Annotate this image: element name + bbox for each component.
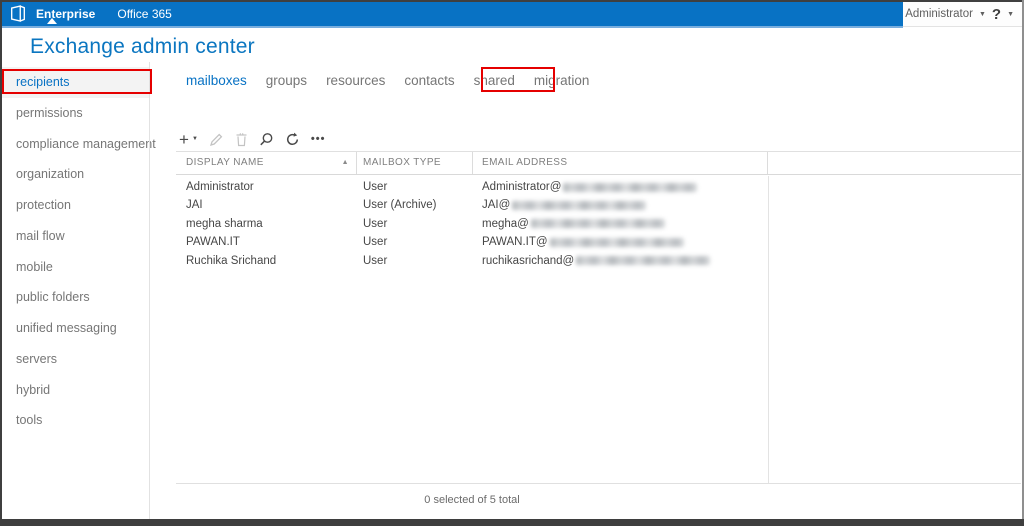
- page-title: Exchange admin center: [30, 35, 255, 58]
- cell-display-name: megha sharma: [186, 217, 263, 230]
- search-icon: [260, 132, 273, 145]
- table-row[interactable]: Ruchika Srichand User ruchikasrichand@: [176, 252, 768, 270]
- chevron-down-icon: ▼: [191, 136, 198, 142]
- tab-shared[interactable]: shared: [474, 73, 515, 88]
- table-row[interactable]: JAI User (Archive) JAI@: [176, 196, 768, 214]
- delete-button[interactable]: [235, 132, 248, 147]
- redacted-email-domain: [512, 201, 647, 211]
- search-button[interactable]: [259, 132, 274, 147]
- redacted-email-domain: [563, 182, 698, 192]
- cell-mailbox-type: User: [363, 181, 388, 193]
- list-footer-divider: [176, 483, 1021, 484]
- sidebar-item-permissions[interactable]: permissions: [2, 98, 149, 129]
- cell-email-address: ruchikasrichand@: [473, 252, 768, 270]
- sidebar-item-unified-messaging[interactable]: unified messaging: [2, 313, 149, 344]
- window-border-bottom: [0, 519, 1024, 526]
- redacted-email-domain: [576, 256, 711, 266]
- sidebar-item-hybrid[interactable]: hybrid: [2, 375, 149, 406]
- email-prefix: Administrator@: [482, 181, 562, 193]
- cell-mailbox-type: User: [363, 236, 388, 249]
- topbar-underline: [2, 26, 903, 28]
- sidebar-item-recipients[interactable]: recipients: [2, 67, 149, 98]
- sidebar-item-protection[interactable]: protection: [2, 190, 149, 221]
- column-header-display-name[interactable]: DISPLAY NAME ▲: [176, 152, 357, 174]
- cell-mailbox-type: User (Archive): [363, 199, 437, 212]
- account-menu[interactable]: Administrator: [905, 8, 973, 20]
- email-prefix: megha@: [482, 217, 529, 230]
- mailbox-list: Administrator User Administrator@ JAI Us…: [176, 178, 768, 270]
- pencil-icon: [209, 133, 223, 146]
- table-row[interactable]: Administrator User Administrator@: [176, 178, 768, 196]
- tab-groups[interactable]: groups: [266, 73, 307, 88]
- column-header-email-address[interactable]: EMAIL ADDRESS: [473, 152, 768, 174]
- trash-icon: [236, 132, 247, 146]
- chevron-down-icon[interactable]: ▼: [979, 11, 986, 18]
- help-button[interactable]: ?: [992, 6, 1001, 23]
- table-row[interactable]: PAWAN.IT User PAWAN.IT@: [176, 233, 768, 251]
- selection-status: 0 selected of 5 total: [424, 494, 520, 506]
- column-header-empty: [768, 152, 1021, 174]
- refresh-icon: [286, 132, 298, 145]
- sidebar-item-compliance-management[interactable]: compliance management: [2, 129, 156, 160]
- cell-mailbox-type: User: [363, 217, 388, 230]
- topbar-right: Administrator ▼ ? ▼: [903, 2, 1022, 27]
- tab-resources[interactable]: resources: [326, 73, 385, 88]
- column-label: DISPLAY NAME: [186, 157, 264, 168]
- cell-mailbox-type: User: [363, 254, 388, 267]
- sort-ascending-icon: ▲: [341, 159, 349, 166]
- topbar: Enterprise Office 365: [2, 2, 903, 26]
- cell-email-address: megha@: [473, 215, 768, 233]
- list-details-divider: [768, 176, 769, 483]
- sidebar-divider: [149, 62, 150, 519]
- cell-display-name: PAWAN.IT: [186, 236, 240, 249]
- ellipsis-icon: •••: [310, 133, 326, 145]
- sidebar-item-organization[interactable]: organization: [2, 159, 149, 190]
- refresh-button[interactable]: [285, 132, 300, 147]
- cell-email-address: JAI@: [473, 196, 768, 214]
- chevron-down-icon[interactable]: ▼: [1007, 11, 1014, 18]
- list-toolbar: + ▼ •••: [179, 129, 325, 149]
- cell-email-address: PAWAN.IT@: [473, 233, 768, 251]
- plus-icon: +: [179, 129, 189, 149]
- redacted-email-domain: [549, 237, 684, 247]
- sidebar-nav: recipients permissions compliance manage…: [2, 67, 156, 436]
- sidebar-item-public-folders[interactable]: public folders: [2, 282, 149, 313]
- content-tabs: mailboxes groups resources contacts shar…: [186, 73, 589, 88]
- more-options-button[interactable]: •••: [311, 133, 326, 145]
- topbar-tab-office365[interactable]: Office 365: [117, 7, 171, 21]
- tab-migration[interactable]: migration: [534, 73, 590, 88]
- column-header-mailbox-type[interactable]: MAILBOX TYPE: [357, 152, 473, 174]
- sidebar-item-mobile[interactable]: mobile: [2, 252, 149, 283]
- edit-button[interactable]: [209, 132, 224, 147]
- email-prefix: ruchikasrichand@: [482, 254, 575, 267]
- tab-mailboxes[interactable]: mailboxes: [186, 73, 247, 88]
- table-row[interactable]: megha sharma User megha@: [176, 215, 768, 233]
- cell-display-name: JAI: [186, 199, 203, 212]
- tab-contacts[interactable]: contacts: [404, 73, 454, 88]
- cell-display-name: Ruchika Srichand: [186, 254, 277, 267]
- new-button[interactable]: + ▼: [179, 131, 198, 148]
- email-prefix: JAI@: [482, 199, 511, 212]
- sidebar-item-servers[interactable]: servers: [2, 344, 149, 375]
- active-tab-notch: [47, 18, 57, 24]
- sidebar-item-mail-flow[interactable]: mail flow: [2, 221, 149, 252]
- sidebar-item-tools[interactable]: tools: [2, 405, 149, 436]
- office-logo-icon: [11, 5, 25, 22]
- cell-email-address: Administrator@: [473, 178, 768, 196]
- table-header: DISPLAY NAME ▲ MAILBOX TYPE EMAIL ADDRES…: [176, 151, 1021, 175]
- email-prefix: PAWAN.IT@: [482, 236, 548, 249]
- topbar-tab-enterprise[interactable]: Enterprise: [36, 7, 95, 21]
- redacted-email-domain: [530, 219, 665, 229]
- cell-display-name: Administrator: [186, 181, 254, 193]
